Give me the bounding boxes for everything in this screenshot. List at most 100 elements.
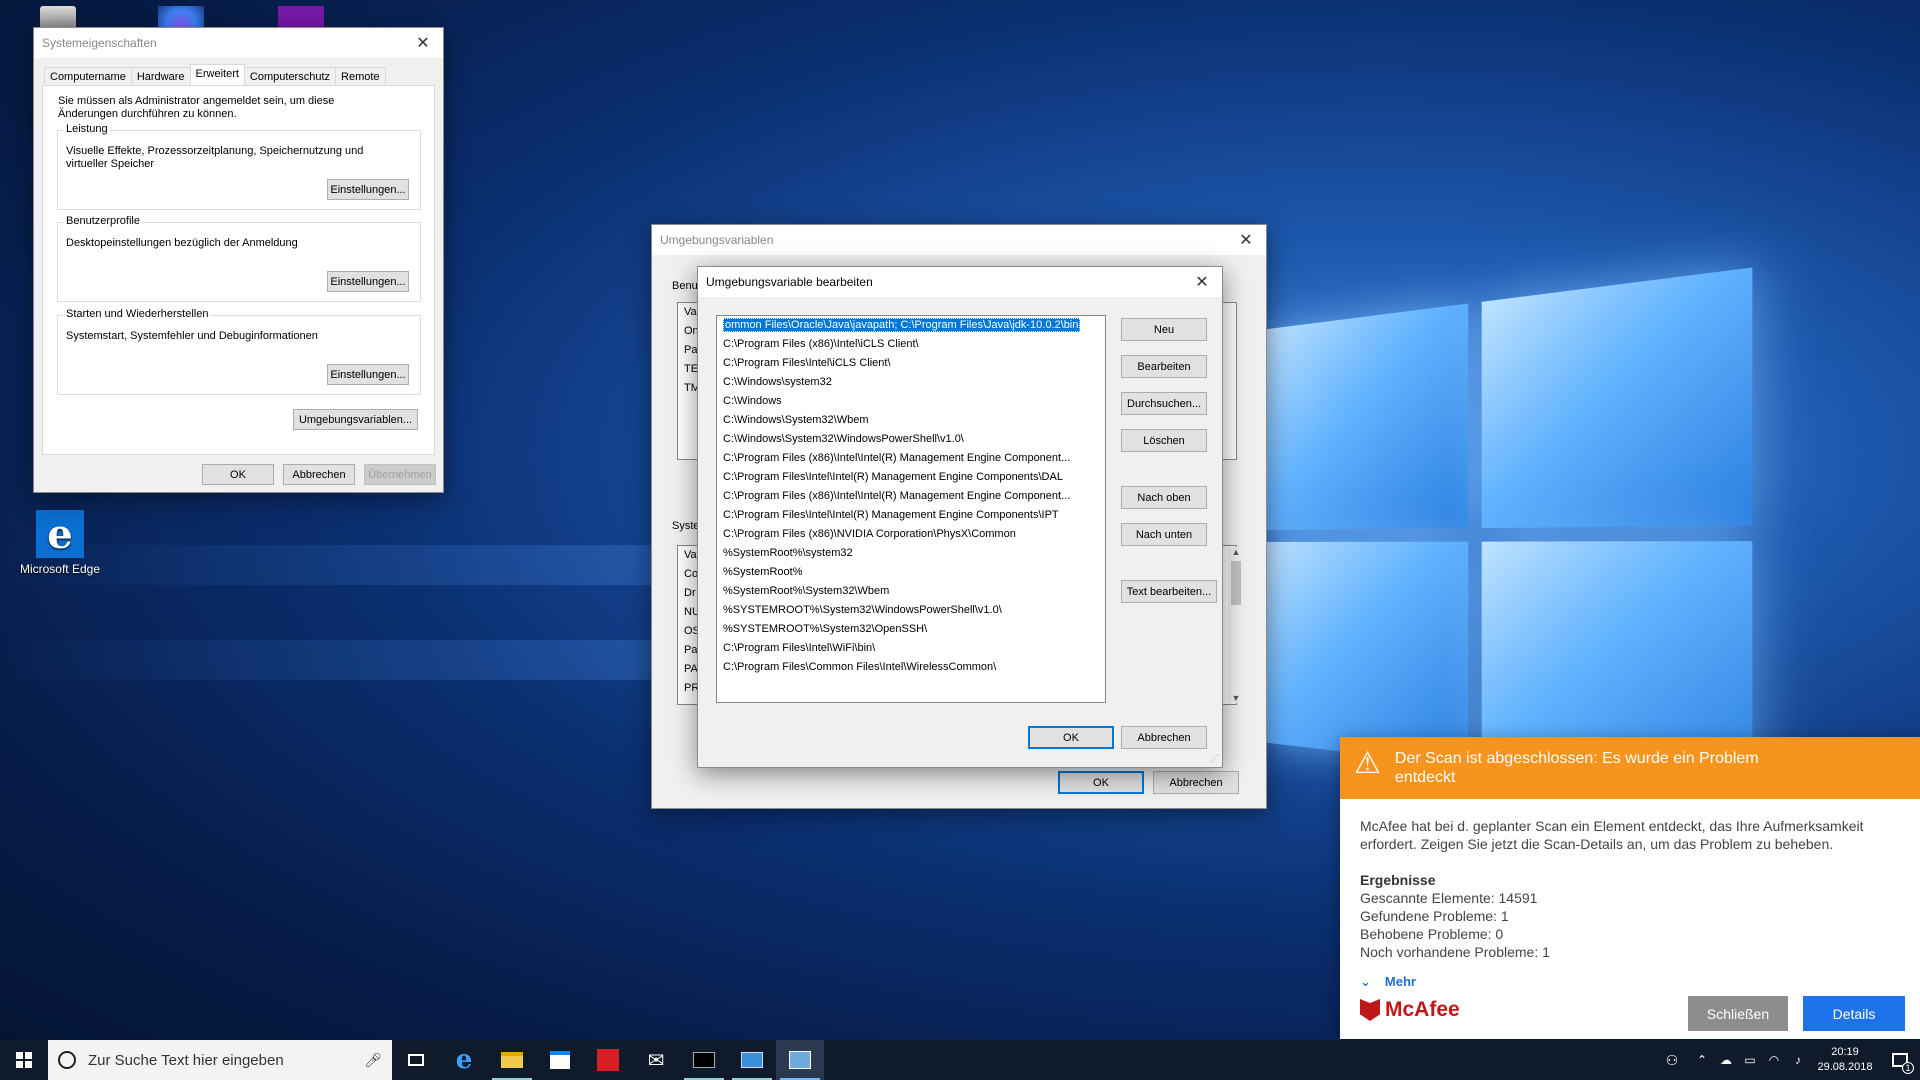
notification-count: 1 [1902,1062,1914,1074]
list-item[interactable]: C:\Program Files (x86)\Intel\Intel(R) Ma… [717,449,1105,468]
mcafee-notification: ⚠ Der Scan ist abgeschlossen: Es wurde e… [1340,737,1920,1039]
result-line: Noch vorhandene Probleme: 1 [1360,943,1920,961]
edit-variable-dialog: Umgebungsvariable bearbeiten ✕ ommon Fil… [697,266,1223,768]
tab-computername[interactable]: Computername [44,67,132,86]
tab-panel: Sie müssen als Administrator angemeldet … [42,85,435,455]
warning-icon: ⚠ [1354,749,1381,779]
search-box[interactable]: Zur Suche Text hier eingeben 🎤︎ [48,1040,392,1080]
system-tray: ⚇ ⌃ ☁ ▭ ◠ ♪ 20:19 29.08.2018 1 [1654,1040,1920,1080]
close-icon[interactable]: ✕ [1226,225,1266,255]
close-notification-button[interactable]: Schließen [1688,996,1788,1031]
list-item-selected[interactable]: ommon Files\Oracle\Java\javapath; C:\Pro… [717,316,1105,335]
tab-erweitert[interactable]: Erweitert [190,64,245,86]
window-title: Systemeigenschaften [42,36,157,50]
list-item[interactable]: %SystemRoot%\system32 [717,544,1105,563]
close-icon[interactable]: ✕ [1182,267,1222,297]
list-item[interactable]: C:\Program Files\Intel\Intel(R) Manageme… [717,468,1105,487]
group-text: Visuelle Effekte, Prozessorzeitplanung, … [66,145,396,171]
close-icon[interactable]: ✕ [403,28,443,58]
move-up-button[interactable]: Nach oben [1121,486,1207,509]
list-item[interactable]: %SystemRoot% [717,563,1105,582]
ok-button[interactable]: OK [1028,726,1114,749]
ok-button[interactable]: OK [202,464,274,485]
cancel-button[interactable]: Abbrechen [1121,726,1207,749]
cancel-button[interactable]: Abbrechen [283,464,355,485]
mail-icon[interactable]: ✉ [632,1040,680,1080]
title-bar[interactable]: Umgebungsvariablen ✕ [652,225,1266,255]
list-item[interactable]: C:\Program Files (x86)\Intel\Intel(R) Ma… [717,487,1105,506]
scrollbar-thumb[interactable] [1231,561,1241,605]
search-placeholder: Zur Suche Text hier eingeben [88,1052,284,1069]
list-item[interactable]: %SYSTEMROOT%\System32\OpenSSH\ [717,620,1105,639]
list-item[interactable]: C:\Program Files (x86)\NVIDIA Corporatio… [717,525,1105,544]
clock[interactable]: 20:19 29.08.2018 [1810,1045,1880,1075]
start-button[interactable] [0,1040,48,1080]
title-bar[interactable]: Umgebungsvariable bearbeiten ✕ [698,267,1222,297]
list-item[interactable]: C:\Program Files\Intel\iCLS Client\ [717,354,1105,373]
desktop-icon-edge[interactable]: e Microsoft Edge [15,510,105,576]
chevron-up-icon[interactable]: ⌃ [1690,1053,1714,1067]
window-title: Umgebungsvariable bearbeiten [706,275,873,289]
list-item[interactable]: C:\Program Files\Common Files\Intel\Wire… [717,658,1105,677]
onedrive-icon[interactable]: ☁ [1714,1053,1738,1067]
list-item-edit-text[interactable]: ommon Files\Oracle\Java\javapath; C:\Pro… [723,318,1080,332]
new-button[interactable]: Neu [1121,318,1207,341]
wifi-icon[interactable]: ◠ [1762,1053,1786,1067]
task-view-icon[interactable] [392,1040,440,1080]
path-entries-list[interactable]: ommon Files\Oracle\Java\javapath; C:\Pro… [716,315,1106,703]
cortana-icon [58,1051,76,1069]
microphone-icon[interactable]: 🎤︎ [364,1052,382,1069]
system-variables-label: Syste [672,520,700,533]
group-legend: Starten und Wiederherstellen [64,308,210,320]
edge-icon: e [36,510,84,558]
startup-settings-button[interactable]: Einstellungen... [327,364,409,385]
apply-button: Übernehmen [364,464,436,485]
scrollbar[interactable]: ▲ ▼ [1228,547,1244,703]
app-red-icon[interactable] [584,1040,632,1080]
group-text: Desktopeinstellungen bezüglich der Anmel… [66,237,396,250]
tab-computerschutz[interactable]: Computerschutz [244,67,336,86]
store-icon[interactable] [536,1040,584,1080]
performance-settings-button[interactable]: Einstellungen... [327,179,409,200]
tab-hardware[interactable]: Hardware [131,67,191,86]
resize-grip-icon[interactable]: ⋰ [1210,753,1219,764]
results-heading: Ergebnisse [1360,871,1920,889]
profiles-settings-button[interactable]: Einstellungen... [327,271,409,292]
edit-text-button[interactable]: Text bearbeiten... [1121,580,1217,603]
browse-button[interactable]: Durchsuchen... [1121,392,1207,415]
list-item[interactable]: C:\Windows [717,392,1105,411]
list-item[interactable]: %SystemRoot%\System32\Wbem [717,582,1105,601]
group-legend: Leistung [64,123,110,135]
delete-button[interactable]: Löschen [1121,429,1207,452]
edit-button[interactable]: Bearbeiten [1121,355,1207,378]
ok-button[interactable]: OK [1058,771,1144,794]
title-bar[interactable]: Systemeigenschaften ✕ [34,28,443,58]
action-center-icon[interactable]: 1 [1880,1040,1920,1080]
control-panel-icon[interactable] [728,1040,776,1080]
details-button[interactable]: Details [1803,996,1905,1031]
list-item[interactable]: C:\Program Files (x86)\Intel\iCLS Client… [717,335,1105,354]
window-title: Umgebungsvariablen [660,233,773,247]
list-item[interactable]: C:\Program Files\Intel\WiFi\bin\ [717,639,1105,658]
environment-variables-button[interactable]: Umgebungsvariablen... [293,409,418,430]
list-item[interactable]: C:\Windows\System32\Wbem [717,411,1105,430]
list-item[interactable]: C:\Windows\System32\WindowsPowerShell\v1… [717,430,1105,449]
system-settings-icon[interactable] [776,1040,824,1080]
group-legend: Benutzerprofile [64,215,142,227]
move-down-button[interactable]: Nach unten [1121,523,1207,546]
notification-header: ⚠ Der Scan ist abgeschlossen: Es wurde e… [1340,737,1920,799]
tab-remote[interactable]: Remote [335,67,386,86]
list-item[interactable]: %SYSTEMROOT%\System32\WindowsPowerShell\… [717,601,1105,620]
battery-icon[interactable]: ▭ [1738,1053,1762,1067]
group-profiles: Benutzerprofile Desktopeinstellungen bez… [57,222,421,302]
result-line: Gescannte Elemente: 14591 [1360,889,1920,907]
terminal-icon[interactable] [680,1040,728,1080]
people-icon[interactable]: ⚇ [1654,1052,1690,1069]
list-item[interactable]: C:\Program Files\Intel\Intel(R) Manageme… [717,506,1105,525]
volume-icon[interactable]: ♪ [1786,1053,1810,1067]
file-explorer-icon[interactable] [488,1040,536,1080]
edge-taskbar-icon[interactable]: e [440,1040,488,1080]
cancel-button[interactable]: Abbrechen [1153,771,1239,794]
more-toggle[interactable]: ⌄ Mehr [1360,973,1920,991]
list-item[interactable]: C:\Windows\system32 [717,373,1105,392]
